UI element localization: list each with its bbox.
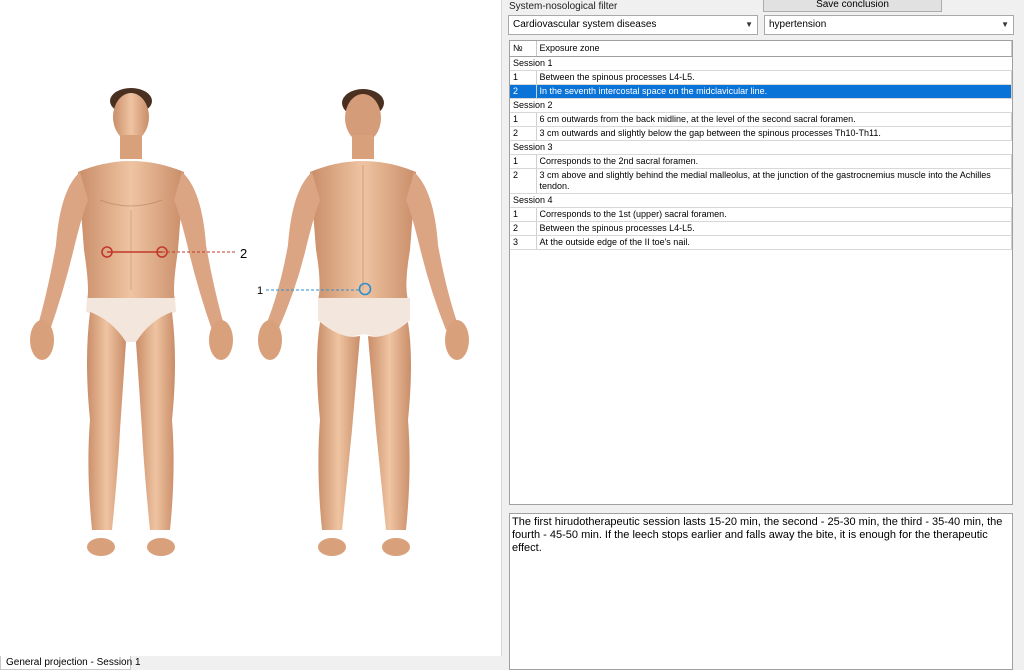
row-number: 1	[510, 154, 537, 169]
row-zone: Corresponds to the 2nd sacral foramen.	[536, 154, 1012, 169]
row-zone: Corresponds to the 1st (upper) sacral fo…	[536, 207, 1012, 222]
row-zone: 6 cm outwards from the back midline, at …	[536, 112, 1012, 127]
system-filter-value: Cardiovascular system diseases	[513, 19, 657, 30]
column-header-zone[interactable]: Exposure zone	[536, 41, 1012, 57]
body-projection-canvas[interactable]: 2 1	[0, 0, 502, 658]
front-body-figure	[30, 88, 233, 556]
table-header-row: № Exposure zone	[510, 41, 1012, 57]
row-zone: Between the spinous processes L4-L5.	[536, 221, 1012, 236]
row-zone: In the seventh intercostal space on the …	[536, 84, 1012, 99]
system-filter-select[interactable]: Cardiovascular system diseases ▼	[508, 15, 758, 35]
save-conclusion-button[interactable]: Save conclusion	[763, 0, 942, 12]
table-row[interactable]: 1 Corresponds to the 2nd sacral foramen.	[510, 154, 1012, 169]
projection-tab-strip: General projection - Session 1	[0, 656, 502, 670]
row-number: 2	[510, 221, 537, 236]
tab-general-projection[interactable]: General projection - Session 1	[0, 656, 141, 670]
session-group-row[interactable]: Session 4	[510, 193, 1012, 208]
session-group-row[interactable]: Session 1	[510, 56, 1012, 71]
back-point-label: 1	[257, 285, 263, 297]
filter-label: System-nosological filter	[509, 1, 618, 12]
session-group-row[interactable]: Session 2	[510, 98, 1012, 113]
session-label: Session 3	[510, 140, 1012, 155]
row-number: 2	[510, 84, 537, 99]
chevron-down-icon: ▼	[745, 20, 753, 29]
row-number: 1	[510, 112, 537, 127]
row-number: 1	[510, 207, 537, 222]
table-row[interactable]: 2 Between the spinous processes L4-L5.	[510, 221, 1012, 236]
row-zone: At the outside edge of the II toe's nail…	[536, 235, 1012, 250]
row-number: 1	[510, 70, 537, 85]
session-label: Session 4	[510, 193, 1012, 208]
exposure-zone-table[interactable]: № Exposure zone Session 1 1 Between the sp…	[509, 40, 1013, 505]
session-description[interactable]: The first hirudotherapeutic session last…	[509, 513, 1013, 670]
table-row[interactable]: 23 cm above and slightly behind the medi…	[510, 168, 1012, 194]
row-number: 2	[510, 168, 537, 194]
column-header-number[interactable]: №	[510, 41, 537, 57]
table-body: Session 1 1 Between the spinous processes …	[510, 56, 1012, 250]
row-number: 3	[510, 235, 537, 250]
row-zone: 3 cm above and slightly behind the media…	[536, 168, 1012, 194]
table-row[interactable]: 23 cm outwards and slightly below the ga…	[510, 126, 1012, 141]
table-row[interactable]: 1 Between the spinous processes L4-L5.	[510, 70, 1012, 85]
table-row[interactable]: 2 In the seventh intercostal space on the…	[510, 84, 1012, 99]
disease-filter-select[interactable]: hypertension ▼	[764, 15, 1014, 35]
disease-filter-value: hypertension	[769, 19, 827, 30]
table-row[interactable]: 1 Corresponds to the 1st (upper) sacral f…	[510, 207, 1012, 222]
table-row[interactable]: 16 cm outwards from the back midline, at…	[510, 112, 1012, 127]
back-body-figure	[258, 89, 469, 556]
row-zone: Between the spinous processes L4-L5.	[536, 70, 1012, 85]
front-point-label: 2	[240, 246, 247, 261]
row-number: 2	[510, 126, 537, 141]
chevron-down-icon: ▼	[1001, 20, 1009, 29]
session-label: Session 1	[510, 56, 1012, 71]
session-label: Session 2	[510, 98, 1012, 113]
table-row[interactable]: 3 At the outside edge of the II toe's nai…	[510, 235, 1012, 250]
session-group-row[interactable]: Session 3	[510, 140, 1012, 155]
body-figures: 2 1	[30, 88, 469, 556]
row-zone: 3 cm outwards and slightly below the gap…	[536, 126, 1012, 141]
